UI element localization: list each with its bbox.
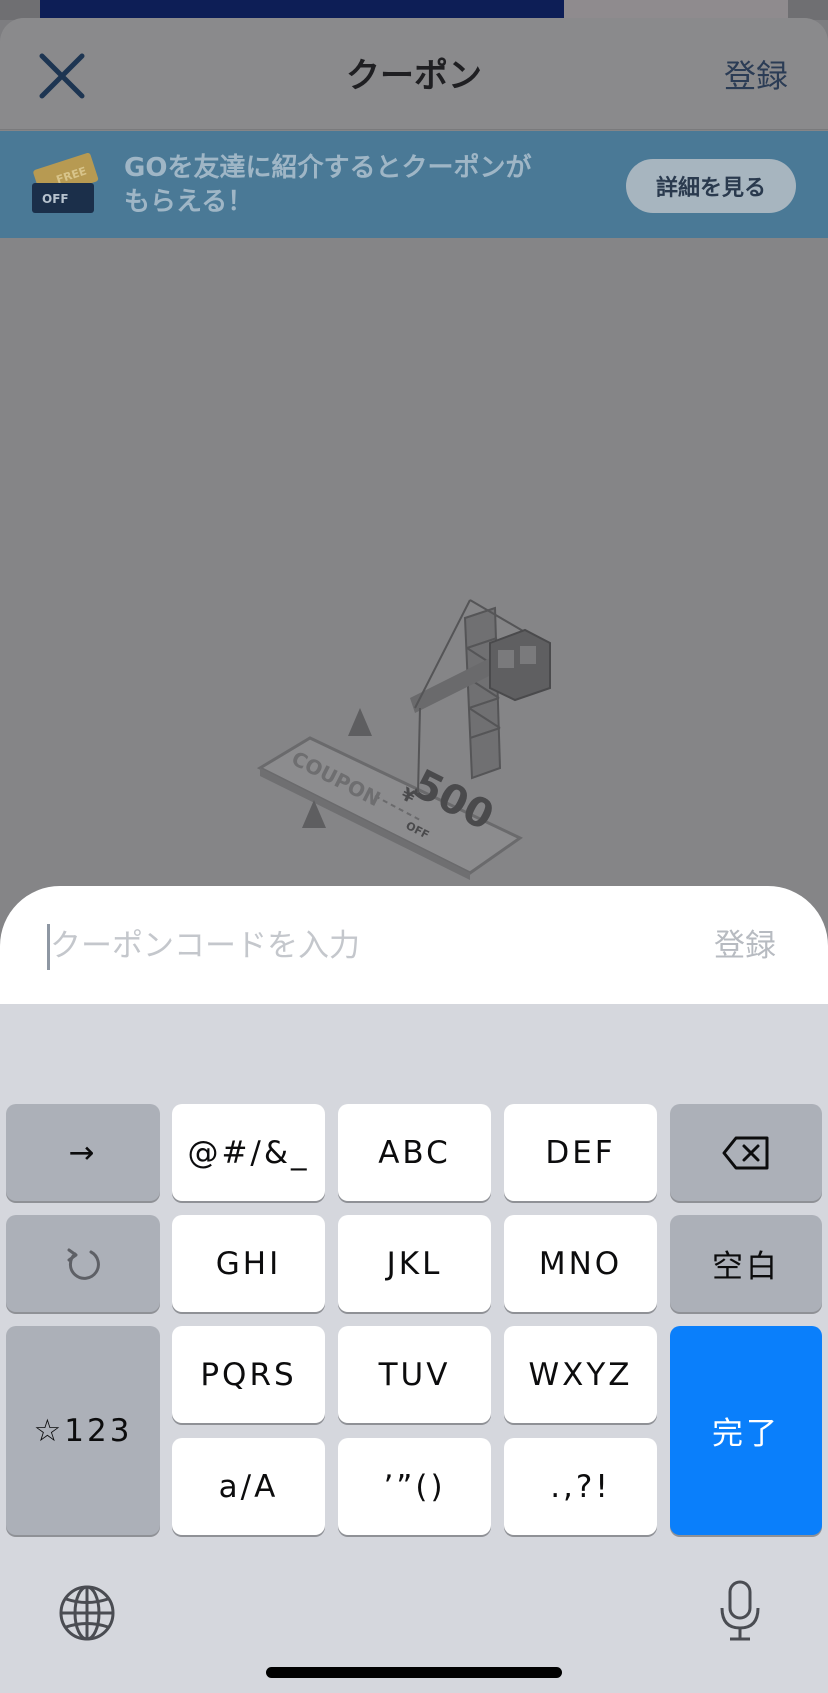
home-indicator[interactable]: [266, 1667, 562, 1678]
referral-text-line2: もらえる！: [124, 187, 254, 217]
key-arrow-right[interactable]: →: [6, 1104, 160, 1201]
key-ghi[interactable]: GHI: [172, 1215, 325, 1312]
undo-key[interactable]: [6, 1215, 160, 1312]
key-abc[interactable]: ABC: [338, 1104, 491, 1201]
background-screen-strip: [0, 0, 828, 20]
referral-banner[interactable]: FREE OFF GOを友達に紹介するとクーポンが もらえる！ 詳細を見る: [0, 131, 828, 238]
globe-icon[interactable]: [58, 1584, 116, 1642]
key-mno[interactable]: MNO: [504, 1215, 657, 1312]
undo-icon: [67, 1248, 100, 1280]
svg-text:OFF: OFF: [42, 192, 69, 206]
key-symbols[interactable]: @#/&_: [172, 1104, 325, 1201]
key-case-toggle[interactable]: a/A: [172, 1438, 325, 1535]
key-punctuation[interactable]: .,?!: [504, 1438, 657, 1535]
background-banner: [40, 0, 564, 20]
key-pqrs[interactable]: PQRS: [172, 1326, 325, 1423]
key-jkl[interactable]: JKL: [338, 1215, 491, 1312]
background-card: [564, 0, 788, 20]
key-tuv[interactable]: TUV: [338, 1326, 491, 1423]
coupon-input-panel: 登録: [0, 886, 828, 1004]
details-button[interactable]: 詳細を見る: [626, 159, 796, 213]
input-register-button[interactable]: 登録: [714, 916, 776, 976]
register-button[interactable]: 登録: [724, 46, 788, 106]
japanese-kana-keyboard: → @#/&_ ABC DEF GHI JKL MNO 空白 ☆123 PQRS…: [0, 1004, 828, 1693]
page-title: クーポン: [346, 56, 482, 96]
numbers-key[interactable]: ☆123: [6, 1326, 160, 1535]
referral-text-line1: GOを友達に紹介するとクーポンが: [124, 153, 532, 183]
coupon-construction-illustration: COUPON ¥ 500 OFF: [256, 599, 551, 880]
backspace-key[interactable]: [670, 1104, 822, 1201]
key-def[interactable]: DEF: [504, 1104, 657, 1201]
key-wxyz[interactable]: WXYZ: [504, 1326, 657, 1423]
backspace-icon: [722, 1136, 769, 1169]
nav-bar: クーポン 登録: [0, 18, 828, 130]
coupon-code-input[interactable]: [50, 916, 650, 976]
key-quotes-parens[interactable]: ’”(): [338, 1438, 491, 1535]
done-key[interactable]: 完了: [670, 1326, 822, 1535]
coupon-ticket-icon: FREE OFF: [32, 153, 99, 213]
space-key[interactable]: 空白: [670, 1215, 822, 1312]
referral-text: GOを友達に紹介するとクーポンが もらえる！: [124, 151, 584, 219]
microphone-icon[interactable]: [718, 1580, 762, 1642]
